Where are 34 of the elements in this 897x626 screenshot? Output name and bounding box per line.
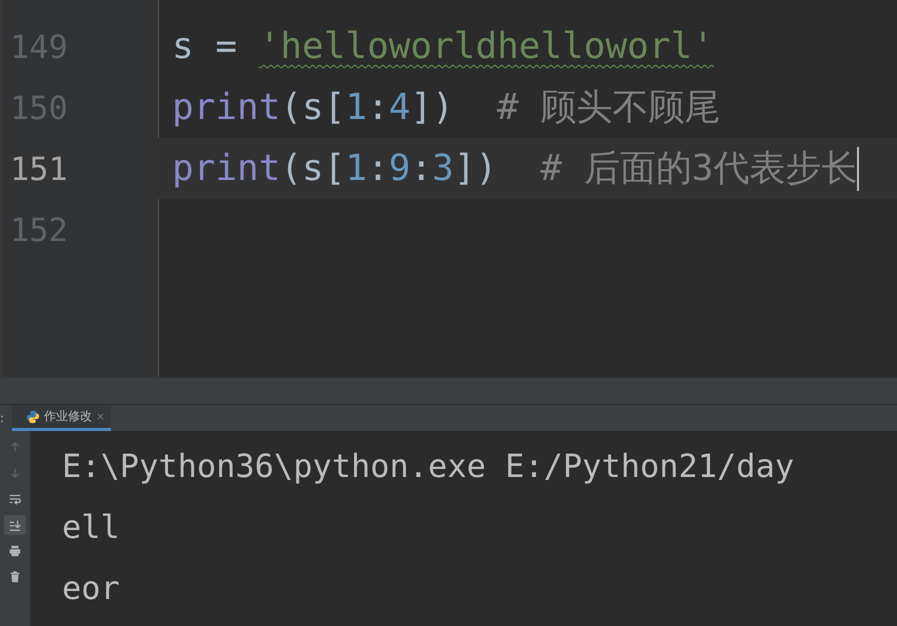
close-icon[interactable] [96,412,105,422]
code-token: [ [324,87,346,128]
code-token: [ [324,148,346,189]
text-caret [857,146,860,190]
code-token: 1 [345,87,368,128]
trash-icon[interactable] [8,570,22,584]
console-output-line: eor [62,568,121,609]
code-token: print [172,87,280,128]
code-token: 1 [345,148,368,189]
code-token: ] [410,87,432,128]
soft-wrap-icon[interactable] [8,492,22,506]
code-token: ] [454,148,476,189]
code-token: (s [280,87,324,128]
code-token: 3 [432,148,454,189]
run-tab[interactable]: 作业修改 [12,405,111,431]
code-token: ) [432,87,454,128]
code-comment: # 顾头不顾尾 [497,86,720,130]
code-token: 'helloworldhelloworl' [258,26,714,67]
console-output-line: ell [62,507,121,548]
code-token: : [367,148,389,189]
code-token: : [410,148,432,189]
scroll-to-end-icon[interactable] [8,518,22,532]
run-label: : [0,410,6,428]
python-icon [26,410,40,424]
code-token: print [172,148,280,189]
console-output-line: E:\Python36\python.exe E:/Python21/day [62,446,796,487]
code-comment: # 后面的3代表步长 [540,147,858,191]
code-token: (s [280,148,324,189]
code-token: 4 [388,87,410,128]
code-token: 9 [388,148,410,189]
print-icon[interactable] [8,544,22,558]
code-token: s = [172,26,238,67]
code-token: : [367,87,389,128]
code-token: ) [476,148,498,189]
